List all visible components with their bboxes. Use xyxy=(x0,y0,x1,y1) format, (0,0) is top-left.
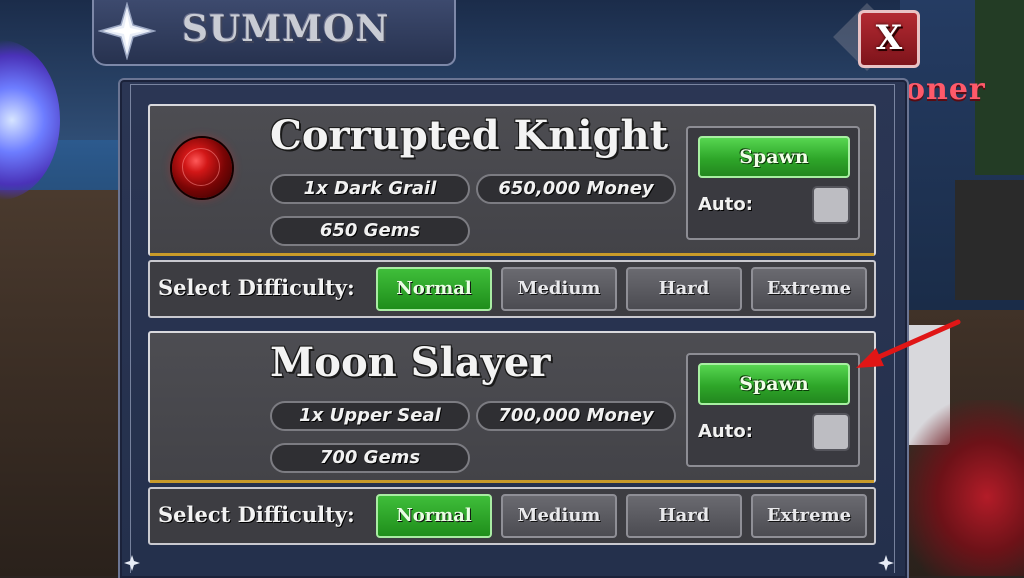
boss-card-corrupted-knight: Corrupted Knight 1x Dark Grail 650,000 M… xyxy=(148,104,876,256)
auto-label: Auto: xyxy=(698,194,753,215)
requirement-gems: 700 Gems xyxy=(270,443,470,473)
difficulty-hard-button[interactable]: Hard xyxy=(626,494,742,538)
auto-label: Auto: xyxy=(698,421,753,442)
spawn-button[interactable]: Spawn xyxy=(698,363,850,405)
difficulty-extreme-button[interactable]: Extreme xyxy=(751,494,867,538)
difficulty-normal-button[interactable]: Normal xyxy=(376,267,492,311)
difficulty-extreme-button[interactable]: Extreme xyxy=(751,267,867,311)
difficulty-medium-button[interactable]: Medium xyxy=(501,494,617,538)
corner-star-icon xyxy=(124,555,140,571)
red-arrow-icon xyxy=(856,319,961,368)
spawn-box: Spawn Auto: xyxy=(686,126,860,240)
difficulty-row-moon-slayer: Select Difficulty: Normal Medium Hard Ex… xyxy=(148,487,876,545)
requirement-gems: 650 Gems xyxy=(270,216,470,246)
corner-star-icon xyxy=(878,555,894,571)
difficulty-row-corrupted-knight: Select Difficulty: Normal Medium Hard Ex… xyxy=(148,260,876,318)
requirement-item: 1x Dark Grail xyxy=(270,174,470,204)
star-icon xyxy=(98,2,156,60)
spawn-box: Spawn Auto: xyxy=(686,353,860,467)
requirement-money: 700,000 Money xyxy=(476,401,676,431)
page-title: SUMMON xyxy=(182,8,390,50)
difficulty-medium-button[interactable]: Medium xyxy=(501,267,617,311)
difficulty-hard-button[interactable]: Hard xyxy=(626,267,742,311)
red-orb-icon xyxy=(172,138,232,198)
requirement-item: 1x Upper Seal xyxy=(270,401,470,431)
auto-checkbox[interactable] xyxy=(812,413,850,451)
requirement-money: 650,000 Money xyxy=(476,174,676,204)
difficulty-label: Select Difficulty: xyxy=(158,502,355,527)
difficulty-label: Select Difficulty: xyxy=(158,275,355,300)
close-button[interactable]: X xyxy=(858,10,920,68)
boss-name: Corrupted Knight xyxy=(270,112,669,159)
background-sign-text: oner xyxy=(905,72,986,107)
auto-checkbox[interactable] xyxy=(812,186,850,224)
boss-name: Moon Slayer xyxy=(270,339,551,386)
difficulty-normal-button[interactable]: Normal xyxy=(376,494,492,538)
spawn-button[interactable]: Spawn xyxy=(698,136,850,178)
red-aura xyxy=(900,400,1024,576)
background-structure xyxy=(955,180,1024,300)
boss-card-moon-slayer: Moon Slayer 1x Upper Seal 700,000 Money … xyxy=(148,331,876,483)
